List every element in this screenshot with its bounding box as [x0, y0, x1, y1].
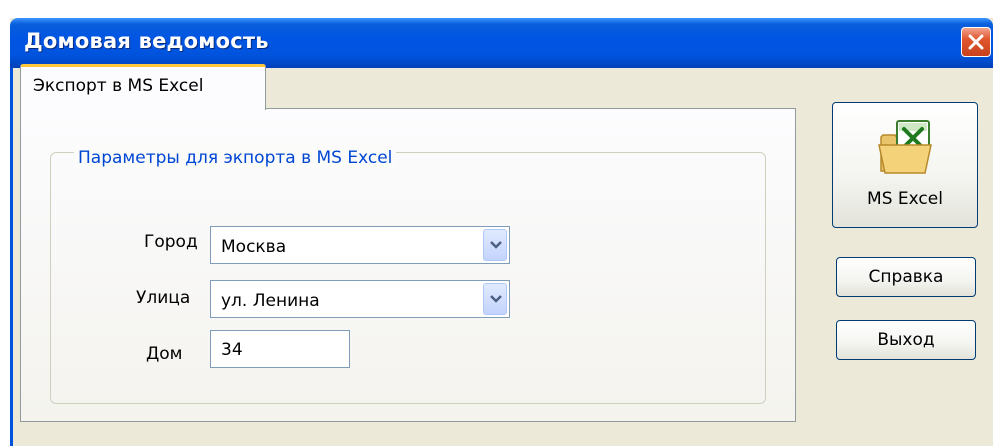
- house-label: Дом: [146, 344, 183, 364]
- excel-folder-icon: [878, 120, 932, 174]
- excel-button-label: MS Excel: [867, 189, 943, 209]
- close-icon: [968, 34, 984, 50]
- street-label: Улица: [136, 288, 191, 308]
- street-value: ул. Ленина: [221, 291, 320, 311]
- city-select[interactable]: Москва: [210, 226, 510, 264]
- export-excel-button[interactable]: MS Excel: [832, 102, 978, 228]
- chevron-down-icon: [490, 295, 502, 303]
- exit-button[interactable]: Выход: [836, 320, 976, 360]
- house-value: 34: [221, 340, 243, 360]
- city-label: Город: [144, 232, 198, 252]
- city-dropdown-button[interactable]: [483, 229, 507, 261]
- window-title: Домовая ведомость: [24, 29, 269, 53]
- chevron-down-icon: [490, 241, 502, 249]
- house-input[interactable]: 34: [210, 330, 350, 368]
- street-select[interactable]: ул. Ленина: [210, 280, 510, 318]
- exit-button-label: Выход: [877, 330, 935, 350]
- help-button-label: Справка: [868, 267, 944, 287]
- street-dropdown-button[interactable]: [483, 283, 507, 315]
- city-value: Москва: [221, 237, 287, 257]
- help-button[interactable]: Справка: [836, 257, 976, 297]
- tab-label: Экспорт в MS Excel: [33, 76, 204, 96]
- title-bar[interactable]: Домовая ведомость: [10, 18, 993, 68]
- tab-export-excel[interactable]: Экспорт в MS Excel: [20, 64, 266, 110]
- close-button[interactable]: [961, 27, 991, 57]
- group-legend: Параметры для экпорта в MS Excel: [74, 148, 397, 168]
- export-params-group: [50, 152, 766, 404]
